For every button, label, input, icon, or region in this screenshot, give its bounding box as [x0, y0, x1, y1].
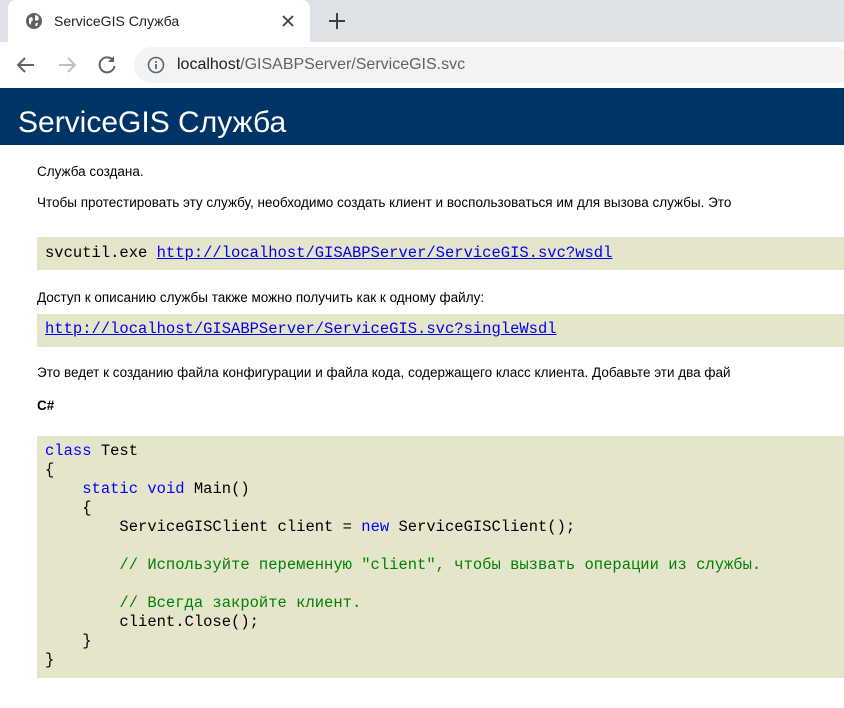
browser-tab[interactable]: ServiceGIS Служба [8, 0, 310, 42]
code-text: ServiceGISClient client = [45, 518, 362, 536]
language-label: C# [37, 398, 55, 413]
code-line: client.Close(); [45, 613, 259, 631]
code-comment: // Используйте переменную "client", чтоб… [45, 556, 762, 574]
code-line: ServiceGISClient client = new ServiceGIS… [45, 518, 575, 537]
browser-toolbar: localhost/GISABPServer/ServiceGIS.svc [0, 42, 844, 88]
code-line: } [45, 651, 55, 669]
code-line: class Test [45, 442, 138, 461]
code-keyword: void [147, 480, 185, 498]
code-comment: // Всегда закройте клиент. [45, 594, 362, 612]
new-tab-plus-icon[interactable] [326, 10, 348, 32]
code-text: Test [91, 442, 139, 460]
back-arrow-icon[interactable] [14, 53, 38, 77]
tab-title: ServiceGIS Служба [54, 13, 180, 29]
test-intro-text: Чтобы протестировать эту службу, необход… [37, 195, 732, 210]
single-wsdl-link[interactable]: http://localhost/GISABPServer/ServiceGIS… [45, 320, 557, 338]
url-host: localhost [177, 56, 241, 73]
single-wsdl-line: http://localhost/GISABPServer/ServiceGIS… [45, 320, 557, 339]
code-line: { [45, 499, 92, 517]
code-keyword: static [82, 480, 139, 498]
page-title: ServiceGIS Служба [18, 106, 287, 139]
svcutil-box: svcutil.exe http://localhost/GISABPServe… [37, 237, 844, 270]
tab-strip: ServiceGIS Служба [0, 0, 844, 42]
generate-text: Это ведет к созданию файла конфигурации … [37, 365, 731, 380]
close-tab-icon[interactable] [280, 13, 296, 29]
single-file-text: Доступ к описанию службы также можно пол… [37, 290, 485, 305]
code-text: Main() [184, 480, 250, 498]
code-line: { [45, 461, 55, 479]
info-icon[interactable] [147, 56, 165, 74]
service-created-text: Служба создана. [37, 164, 144, 179]
url-text: localhost/GISABPServer/ServiceGIS.svc [177, 55, 465, 75]
code-keyword: class [45, 442, 92, 460]
page-content: ServiceGIS Служба Служба создана. Чтобы … [0, 88, 844, 708]
reload-icon[interactable] [95, 53, 119, 77]
svcutil-command: svcutil.exe [45, 244, 157, 262]
code-keyword: new [361, 518, 390, 536]
url-path: /GISABPServer/ServiceGIS.svc [240, 56, 466, 73]
svcutil-line: svcutil.exe http://localhost/GISABPServe… [45, 244, 612, 263]
wsdl-link[interactable]: http://localhost/GISABPServer/ServiceGIS… [157, 244, 613, 262]
globe-icon [26, 13, 42, 29]
code-line: } [45, 632, 92, 650]
forward-arrow-icon[interactable] [55, 53, 79, 77]
single-wsdl-box: http://localhost/GISABPServer/ServiceGIS… [37, 314, 844, 347]
heading-bar: ServiceGIS Служба [0, 88, 844, 145]
code-line: static void Main() [45, 480, 250, 499]
code-sample: class Test { static void Main() { Servic… [37, 436, 844, 678]
address-bar[interactable]: localhost/GISABPServer/ServiceGIS.svc [134, 47, 844, 83]
code-text: ServiceGISClient(); [389, 518, 576, 536]
